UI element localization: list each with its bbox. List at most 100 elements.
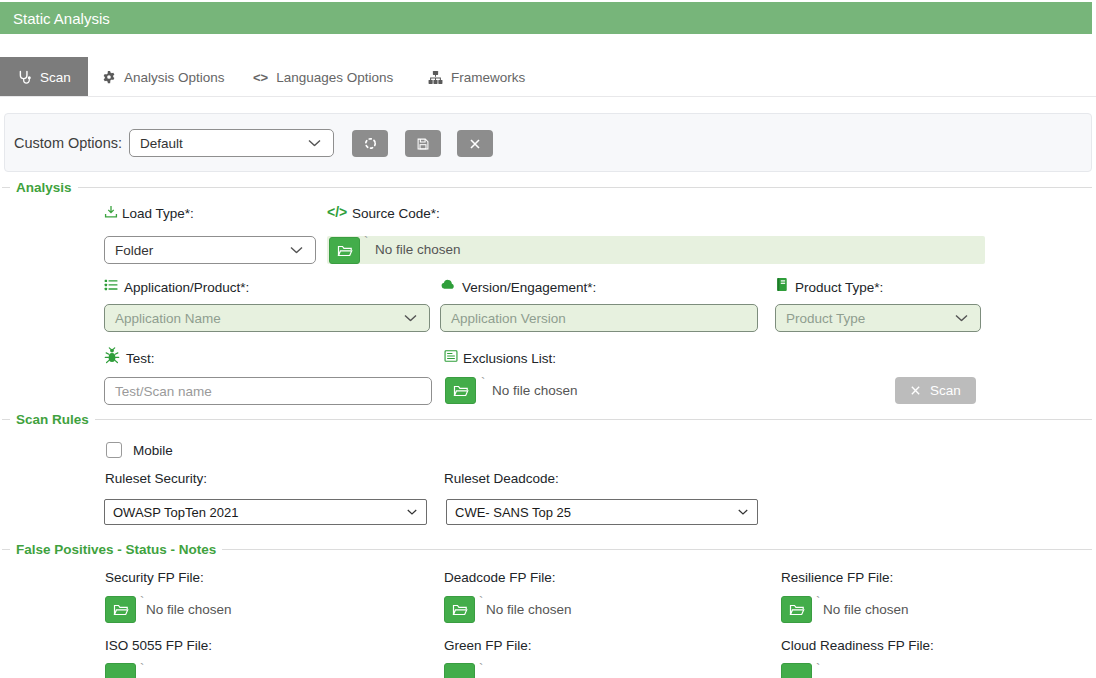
source-code-label: Source Code*:: [352, 206, 440, 221]
application-product-select[interactable]: Application Name: [104, 304, 430, 332]
green-fp-browse-button[interactable]: [444, 663, 475, 678]
cloud-readiness-fp-browse-button[interactable]: [781, 663, 812, 678]
false-positives-legend-label: False Positives - Status - Notes: [16, 542, 216, 557]
cloud-readiness-fp-label: Cloud Readiness FP File:: [781, 638, 934, 653]
version-engagement-placeholder: Application Version: [451, 311, 566, 326]
chevron-down-icon: [955, 315, 968, 322]
resilience-fp-label: Resilience FP File:: [781, 570, 893, 585]
folder-open-icon: [452, 603, 468, 617]
mobile-checkbox[interactable]: [106, 442, 122, 458]
chevron-down-icon: [308, 140, 321, 147]
source-code-browse-button[interactable]: [329, 237, 360, 264]
folder-open-icon: [113, 603, 129, 617]
chevron-down-icon: [407, 509, 417, 515]
save-button[interactable]: [405, 130, 441, 157]
code-brackets-icon: <>: [253, 70, 268, 85]
exclusions-browse-button[interactable]: [445, 377, 476, 404]
chevron-down-icon: [404, 315, 417, 322]
product-type-placeholder: Product Type: [786, 311, 865, 326]
green-fp-label: Green FP File:: [444, 638, 532, 653]
title-bar: Static Analysis: [0, 2, 1092, 34]
test-name-placeholder: Test/Scan name: [115, 384, 212, 399]
exclusions-list-icon: [444, 349, 458, 363]
close-icon: [910, 385, 921, 396]
file-input-tick: `: [816, 661, 820, 676]
exclusions-list-label: Exclusions List:: [463, 351, 556, 366]
source-code-file-text: No file chosen: [375, 236, 461, 263]
file-input-tick: `: [140, 594, 144, 609]
tab-languages-options-label: Languages Options: [276, 70, 393, 85]
cloud-icon: [440, 277, 456, 292]
load-type-value: Folder: [115, 243, 153, 258]
custom-options-value: Default: [140, 136, 183, 151]
tab-scan[interactable]: Scan: [0, 57, 88, 97]
chevron-down-icon: [290, 247, 303, 254]
deadcode-fp-browse-button[interactable]: [444, 596, 475, 623]
analysis-legend-label: Analysis: [16, 180, 72, 195]
custom-options-panel: Custom Options: Default: [4, 113, 1092, 172]
clear-button[interactable]: [457, 130, 493, 157]
custom-options-select[interactable]: Default: [129, 129, 334, 157]
tabbar-divider: [0, 96, 1096, 97]
page-title: Static Analysis: [13, 10, 110, 27]
application-product-placeholder: Application Name: [115, 311, 221, 326]
file-input-tick: `: [816, 594, 820, 609]
folder-open-icon: [337, 244, 353, 258]
tab-languages-options[interactable]: <> Languages Options: [253, 57, 393, 97]
deadcode-fp-label: Deadcode FP File:: [444, 570, 556, 585]
ruleset-deadcode-value: CWE- SANS Top 25: [455, 505, 571, 520]
spinner-icon: [363, 136, 378, 151]
tab-frameworks-label: Frameworks: [451, 70, 525, 85]
bug-icon: [104, 347, 120, 364]
ruleset-security-select[interactable]: OWASP TopTen 2021: [104, 499, 427, 525]
security-fp-file-text: No file chosen: [146, 596, 232, 623]
stethoscope-icon: [17, 70, 32, 85]
product-type-label: Product Type*:: [795, 280, 883, 295]
sitemap-icon: [428, 70, 443, 85]
product-type-select[interactable]: Product Type: [775, 304, 981, 332]
file-input-tick: `: [479, 661, 483, 676]
security-fp-browse-button[interactable]: [105, 596, 136, 623]
list-icon: [104, 278, 118, 292]
folder-open-icon: [453, 384, 469, 398]
ruleset-deadcode-select[interactable]: CWE- SANS Top 25: [446, 499, 758, 525]
application-product-label: Application/Product*:: [124, 280, 249, 295]
analysis-legend: Analysis: [2, 180, 1092, 195]
static-analysis-page: Static Analysis Scan Analysis Options <>…: [0, 0, 1096, 678]
tab-analysis-options-label: Analysis Options: [124, 70, 225, 85]
deadcode-fp-file-text: No file chosen: [486, 596, 572, 623]
file-input-tick: `: [479, 594, 483, 609]
book-icon: [775, 277, 789, 292]
download-icon: [104, 205, 118, 219]
file-input-tick: `: [364, 234, 368, 249]
folder-open-icon: [789, 603, 805, 617]
close-icon: [469, 138, 481, 150]
scan-button[interactable]: Scan: [895, 377, 976, 404]
resilience-fp-file-text: No file chosen: [823, 596, 909, 623]
refresh-button[interactable]: [352, 130, 388, 157]
false-positives-legend: False Positives - Status - Notes: [2, 542, 1092, 557]
source-code-icon: </>: [327, 204, 347, 220]
scan-rules-legend-label: Scan Rules: [16, 412, 89, 427]
file-input-tick: `: [481, 375, 485, 390]
file-input-tick: `: [140, 661, 144, 676]
resilience-fp-browse-button[interactable]: [781, 596, 812, 623]
test-label: Test:: [126, 351, 155, 366]
chevron-down-icon: [738, 509, 748, 515]
iso5055-fp-browse-button[interactable]: [105, 663, 136, 678]
tab-frameworks[interactable]: Frameworks: [428, 57, 525, 97]
test-name-input[interactable]: Test/Scan name: [104, 377, 432, 405]
save-icon: [416, 137, 430, 151]
version-engagement-input[interactable]: Application Version: [440, 304, 758, 332]
custom-options-label: Custom Options:: [14, 114, 122, 171]
tab-analysis-options[interactable]: Analysis Options: [102, 57, 225, 97]
exclusions-file-text: No file chosen: [492, 377, 578, 404]
scan-rules-legend: Scan Rules: [2, 412, 1092, 427]
load-type-select[interactable]: Folder: [104, 236, 316, 264]
iso5055-fp-label: ISO 5055 FP File:: [105, 638, 212, 653]
gear-icon: [102, 70, 116, 84]
scan-button-label: Scan: [930, 383, 961, 398]
ruleset-deadcode-label: Ruleset Deadcode:: [444, 471, 559, 486]
version-engagement-label: Version/Engagement*:: [462, 280, 596, 295]
tab-scan-label: Scan: [40, 70, 71, 85]
